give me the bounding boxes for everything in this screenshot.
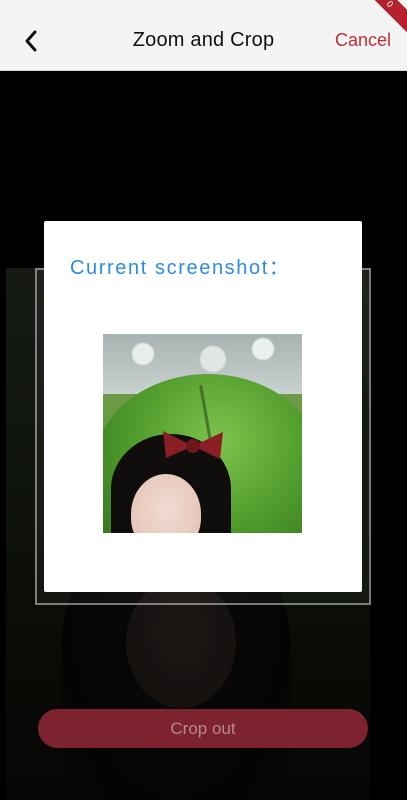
screenshot-dialog: Current screenshot： xyxy=(44,221,362,592)
crop-out-button[interactable]: Crop out xyxy=(38,709,368,748)
cropped-screenshot-image xyxy=(103,334,302,533)
app-bar: Zoom and Crop Cancel 0 xyxy=(0,0,407,71)
shot-hair-bow xyxy=(163,431,223,459)
dialog-heading: Current screenshot： xyxy=(70,257,291,279)
cancel-button[interactable]: Cancel xyxy=(335,30,391,51)
